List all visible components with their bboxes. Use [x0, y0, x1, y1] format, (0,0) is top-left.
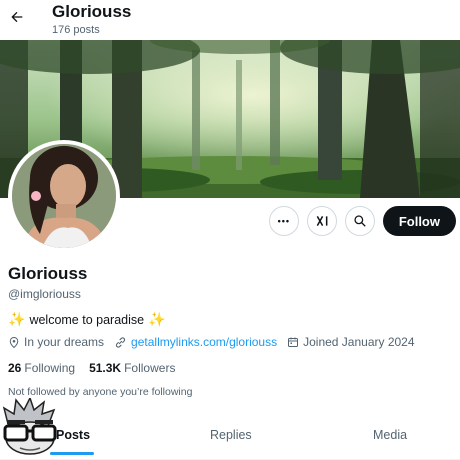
search-icon [354, 215, 366, 227]
profile-actions: ••• Follow [268, 206, 456, 236]
follow-stats: 26 Following 51.3K Followers [8, 361, 175, 375]
join-date-text: Joined January 2024 [303, 335, 415, 349]
header-name: Gloriouss [52, 2, 132, 21]
calendar-icon [288, 337, 299, 347]
join-date: Joined January 2024 [287, 335, 415, 349]
following-label: Following [24, 361, 76, 375]
search-button[interactable] [344, 206, 375, 236]
sparkle-icon: ✨ [8, 311, 26, 327]
location-text: In your dreams [24, 335, 105, 349]
header-posts-count: 176 posts [52, 24, 100, 36]
following-link[interactable]: 26 Following [8, 361, 75, 375]
sparkle-icon: ✨ [148, 311, 166, 327]
profile-meta: In your dreams getallmylinks.com/gloriou… [8, 335, 425, 349]
user-handle: @imgloriouss [8, 287, 81, 301]
location-icon [9, 336, 19, 348]
bio: ✨ welcome to paradise ✨ [8, 311, 166, 328]
tab-replies[interactable]: Replies [210, 428, 252, 442]
more-icon: ••• [277, 216, 291, 226]
back-arrow-icon [11, 11, 23, 23]
following-count: 26 [8, 361, 22, 375]
mascot-glasses-icon [2, 398, 57, 455]
back-button[interactable] [6, 6, 28, 28]
tab-posts[interactable]: Posts [56, 428, 90, 442]
not-followed-note: Not followed by anyone you’re following [8, 386, 193, 398]
website: getallmylinks.com/gloriouss [114, 335, 277, 349]
grok-icon [316, 215, 328, 227]
grok-button[interactable] [306, 206, 337, 236]
avatar-photo [12, 144, 116, 248]
followers-count: 51.3K [89, 361, 122, 375]
profile-avatar[interactable] [8, 140, 120, 252]
display-name: Gloriouss [8, 264, 88, 283]
bio-text: welcome to paradise [29, 312, 145, 327]
tab-media[interactable]: Media [373, 428, 407, 442]
website-link[interactable]: getallmylinks.com/gloriouss [131, 335, 277, 349]
link-icon [115, 336, 126, 348]
followers-label: Followers [124, 361, 176, 375]
profile-tabs: Posts Replies Media [0, 418, 460, 460]
location: In your dreams [8, 335, 104, 349]
followers-link[interactable]: 51.3K Followers [89, 361, 175, 375]
more-button[interactable]: ••• [268, 206, 299, 236]
follow-button[interactable]: Follow [382, 206, 456, 236]
top-bar: Gloriouss 176 posts [0, 0, 460, 40]
